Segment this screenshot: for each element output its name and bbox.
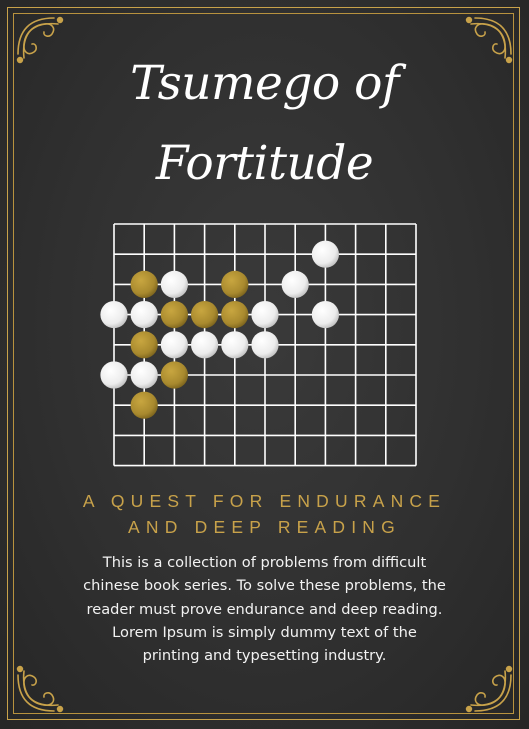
go-board-diagram xyxy=(96,220,436,470)
description-line: printing and typesetting industry. xyxy=(142,647,387,665)
gold-stone xyxy=(130,270,158,298)
subtitle-line-1: A QUEST FOR ENDURANCE xyxy=(82,491,447,511)
subtitle-line-2: AND DEEP READING xyxy=(128,517,401,537)
white-stone xyxy=(130,301,158,329)
white-stone xyxy=(251,301,279,329)
book-cover-card: Tsumego of Fortitude A QUEST FOR ENDURAN… xyxy=(0,0,529,729)
description-line: chinese book series. To solve these prob… xyxy=(83,577,446,595)
white-stone xyxy=(160,331,188,359)
white-stone xyxy=(311,301,339,329)
white-stone xyxy=(281,270,309,298)
title-line-2: Fortitude xyxy=(155,136,374,191)
board-stones xyxy=(100,240,339,419)
corner-flourish-bottom-right-icon xyxy=(465,665,513,713)
white-stone xyxy=(311,240,339,268)
gold-stone xyxy=(130,391,158,419)
description-line: This is a collection of problems from di… xyxy=(102,554,427,571)
gold-stone xyxy=(191,301,219,329)
white-stone xyxy=(100,361,128,389)
description-text: This is a collection of problems from di… xyxy=(40,551,489,667)
title-line-1: Tsumego of xyxy=(130,56,399,111)
white-stone xyxy=(130,361,158,389)
gold-stone xyxy=(160,301,188,329)
white-stone xyxy=(191,331,219,359)
gold-stone xyxy=(160,361,188,389)
white-stone xyxy=(160,270,188,298)
white-stone xyxy=(251,331,279,359)
description-line: Lorem Ipsum is simply dummy text of the xyxy=(112,623,417,641)
corner-flourish-top-right-icon xyxy=(465,16,513,64)
gold-stone xyxy=(221,301,249,329)
description-line: reader must prove endurance and deep rea… xyxy=(86,600,443,618)
white-stone xyxy=(221,331,249,359)
white-stone xyxy=(100,301,128,329)
corner-flourish-top-left-icon xyxy=(16,16,64,64)
corner-flourish-bottom-left-icon xyxy=(16,665,64,713)
gold-stone xyxy=(130,331,158,359)
go-board-svg xyxy=(100,223,417,467)
gold-stone xyxy=(221,270,249,298)
